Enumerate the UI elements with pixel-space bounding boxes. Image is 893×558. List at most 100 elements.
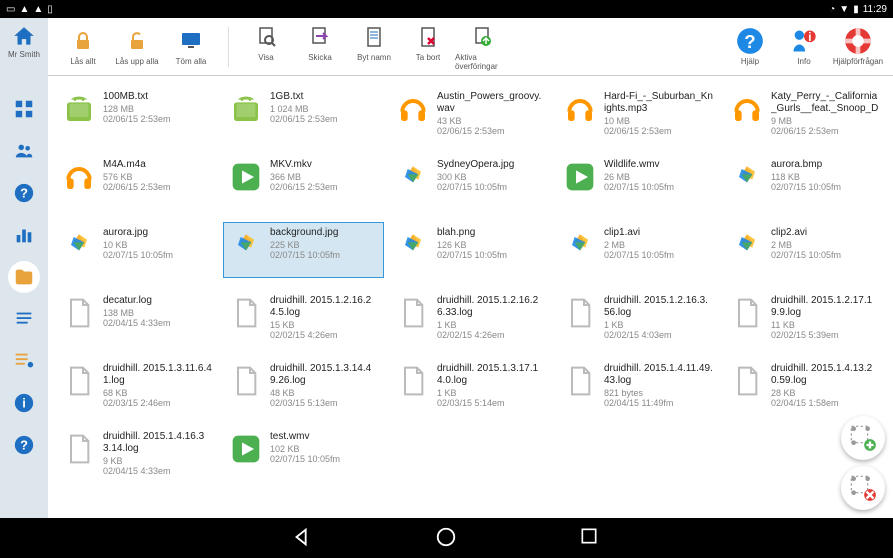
file-name: aurora.bmp xyxy=(771,159,880,171)
file-type-icon xyxy=(729,227,765,263)
signal-icon: ◔ xyxy=(829,4,835,15)
file-name: decatur.log xyxy=(103,295,212,307)
lock-icon xyxy=(69,27,97,55)
file-item[interactable]: druidhill. 2015.1.2.17.19.9.log11 KB02/0… xyxy=(724,290,885,346)
file-type-icon xyxy=(395,363,431,399)
sidebar-user[interactable]: Mr Smith xyxy=(8,24,40,59)
nav-back[interactable] xyxy=(291,526,315,550)
file-name: SydneyOpera.jpg xyxy=(437,159,546,171)
file-size: 128 MB xyxy=(103,104,212,114)
file-item[interactable]: decatur.log138 MB02/04/15 4:33em xyxy=(56,290,217,346)
file-item[interactable]: druidhill. 2015.1.4.11.49.43.log821 byte… xyxy=(557,358,718,414)
file-date: 02/02/15 4:26em xyxy=(270,330,379,340)
file-item[interactable]: MKV.mkv366 MB02/06/15 2:53em xyxy=(223,154,384,210)
transfers-button[interactable]: Aktiva överföringar xyxy=(455,23,509,71)
file-type-icon xyxy=(729,295,765,331)
file-item[interactable]: druidhill. 2015.1.4.13.20.59.log28 KB02/… xyxy=(724,358,885,414)
rename-button[interactable]: Byt namn xyxy=(347,23,401,71)
send-icon xyxy=(306,23,334,51)
sidebar-files[interactable] xyxy=(8,261,40,293)
file-item[interactable]: aurora.bmp118 KB02/07/15 10:05fm xyxy=(724,154,885,210)
file-item[interactable]: druidhill. 2015.1.3.17.14.0.log1 KB02/03… xyxy=(390,358,551,414)
file-size: 9 KB xyxy=(103,456,212,466)
file-size: 1 KB xyxy=(437,388,546,398)
fab-delete-button[interactable] xyxy=(841,466,885,510)
file-date: 02/04/15 4:33em xyxy=(103,318,212,328)
file-type-icon xyxy=(228,431,264,467)
nav-recent[interactable] xyxy=(579,526,603,550)
help-request-button[interactable]: Hjälpförfrågan xyxy=(831,27,885,66)
sidebar-info[interactable]: i xyxy=(8,387,40,419)
file-date: 02/07/15 10:05fm xyxy=(771,182,880,192)
file-item[interactable]: druidhill. 2015.1.2.16.3.56.log1 KB02/02… xyxy=(557,290,718,346)
file-item[interactable]: druidhill. 2015.1.3.11.6.41.log68 KB02/0… xyxy=(56,358,217,414)
view-button[interactable]: Visa xyxy=(239,23,293,71)
file-date: 02/04/15 11:49fm xyxy=(604,398,713,408)
svg-text:?: ? xyxy=(744,31,755,52)
clear-button[interactable]: Töm alla xyxy=(164,27,218,66)
unlock-all-button[interactable]: Lås upp alla xyxy=(110,27,164,66)
file-type-icon xyxy=(61,91,97,127)
document-icon xyxy=(360,23,388,51)
file-item[interactable]: clip2.avi2 MB02/07/15 10:05fm xyxy=(724,222,885,278)
file-date: 02/06/15 2:53em xyxy=(604,126,713,136)
help-button[interactable]: ? Hjälp xyxy=(723,27,777,66)
file-name: MKV.mkv xyxy=(270,159,379,171)
file-item[interactable]: M4A.m4a576 KB02/06/15 2:53em xyxy=(56,154,217,210)
file-size: 28 KB xyxy=(771,388,880,398)
delete-button[interactable]: Ta bort xyxy=(401,23,455,71)
sidebar-stats[interactable] xyxy=(8,219,40,251)
file-item[interactable]: background.jpg225 KB02/07/15 10:05fm xyxy=(223,222,384,278)
battery-icon: ▮ xyxy=(853,4,859,15)
file-item[interactable]: blah.png126 KB02/07/15 10:05fm xyxy=(390,222,551,278)
monitor-icon xyxy=(177,27,205,55)
nav-home[interactable] xyxy=(435,526,459,550)
file-date: 02/06/15 2:53em xyxy=(270,114,379,124)
info-icon: i xyxy=(790,27,818,55)
info-button[interactable]: i Info xyxy=(777,27,831,66)
file-size: 2 MB xyxy=(604,240,713,250)
file-size: 118 KB xyxy=(771,172,880,182)
sidebar-grid[interactable] xyxy=(8,93,40,125)
file-type-icon xyxy=(228,227,264,263)
fab-add-button[interactable] xyxy=(841,416,885,460)
file-size: 1 KB xyxy=(437,320,546,330)
file-item[interactable]: Katy_Perry_-_California_Gurls__feat._Sno… xyxy=(724,86,885,142)
clock-time: 11:29 xyxy=(863,4,887,15)
sidebar-user-list[interactable] xyxy=(8,345,40,377)
sidebar-list[interactable] xyxy=(8,303,40,335)
sidebar-users[interactable] xyxy=(8,135,40,167)
file-size: 48 KB xyxy=(270,388,379,398)
file-item[interactable]: Austin_Powers_groovy.wav43 KB02/06/15 2:… xyxy=(390,86,551,142)
file-item[interactable]: SydneyOpera.jpg300 KB02/07/15 10:05fm xyxy=(390,154,551,210)
file-date: 02/02/15 4:26em xyxy=(437,330,546,340)
file-item[interactable]: 100MB.txt128 MB02/06/15 2:53em xyxy=(56,86,217,142)
file-date: 02/04/15 4:33em xyxy=(103,466,212,476)
file-type-icon xyxy=(61,159,97,195)
file-item[interactable]: druidhill. 2015.1.3.14.49.26.log48 KB02/… xyxy=(223,358,384,414)
file-type-icon xyxy=(562,227,598,263)
sidebar-help[interactable]: ? xyxy=(8,177,40,209)
file-type-icon xyxy=(228,363,264,399)
file-item[interactable]: test.wmv102 KB02/07/15 10:05fm xyxy=(223,426,384,482)
file-item[interactable]: Wildlife.wmv26 MB02/07/15 10:05fm xyxy=(557,154,718,210)
file-date: 02/07/15 10:05fm xyxy=(270,250,379,260)
file-date: 02/07/15 10:05fm xyxy=(437,250,546,260)
file-item[interactable]: clip1.avi2 MB02/07/15 10:05fm xyxy=(557,222,718,278)
file-date: 02/03/15 2:46em xyxy=(103,398,212,408)
sidebar-help2[interactable]: ? xyxy=(8,429,40,461)
file-date: 02/07/15 10:05fm xyxy=(437,182,546,192)
file-date: 02/06/15 2:53em xyxy=(270,182,379,192)
file-item[interactable]: Hard-Fi_-_Suburban_Knights.mp310 MB02/06… xyxy=(557,86,718,142)
select-add-icon xyxy=(849,424,877,452)
file-item[interactable]: aurora.jpg10 KB02/07/15 10:05fm xyxy=(56,222,217,278)
send-button[interactable]: Skicka xyxy=(293,23,347,71)
file-item[interactable]: druidhill. 2015.1.2.16.26.33.log1 KB02/0… xyxy=(390,290,551,346)
lock-all-button[interactable]: Lås allt xyxy=(56,27,110,66)
file-item[interactable]: 1GB.txt1 024 MB02/06/15 2:53em xyxy=(223,86,384,142)
app-sidebar: Mr Smith ? i ? xyxy=(0,18,48,518)
unlock-icon xyxy=(123,27,151,55)
file-item[interactable]: druidhill. 2015.1.4.16.33.14.log9 KB02/0… xyxy=(56,426,217,482)
file-name: Wildlife.wmv xyxy=(604,159,713,171)
file-item[interactable]: druidhill. 2015.1.2.16.24.5.log15 KB02/0… xyxy=(223,290,384,346)
